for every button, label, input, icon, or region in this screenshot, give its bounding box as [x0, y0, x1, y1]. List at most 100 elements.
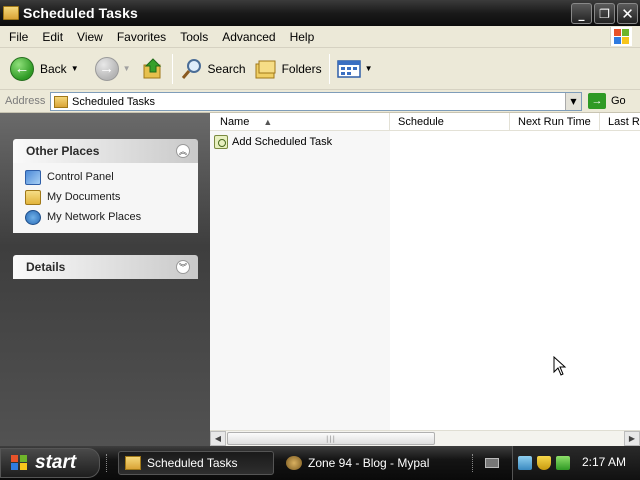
control-panel-label: Control Panel [47, 171, 114, 183]
views-icon [336, 59, 361, 78]
menu-file[interactable]: File [0, 30, 35, 44]
folders-button[interactable]: Folders [250, 52, 326, 86]
network-places-icon [25, 209, 41, 225]
start-label: start [35, 452, 77, 473]
menu-favorites[interactable]: Favorites [110, 30, 173, 44]
column-schedule[interactable]: Schedule [390, 113, 510, 131]
up-folder-icon [143, 57, 161, 78]
details-panel: Details ︾ [13, 255, 198, 279]
system-tray: 2:17 AM [512, 446, 640, 480]
list-item-label: Add Scheduled Task [232, 136, 333, 148]
back-button[interactable]: ← Back ▼ [6, 52, 83, 86]
menu-view[interactable]: View [70, 30, 110, 44]
toolbar: ← Back ▼ → ▼ Search Folders ▼ [0, 48, 640, 90]
window-title: Scheduled Tasks [23, 5, 138, 21]
menu-help[interactable]: Help [283, 30, 322, 44]
column-next-run-label: Next Run Time [518, 116, 591, 128]
back-label: Back [40, 61, 67, 76]
column-name[interactable]: Name ▲ [210, 113, 390, 131]
forward-dropdown-icon[interactable]: ▼ [123, 64, 131, 73]
my-documents-icon [25, 189, 41, 205]
control-panel-link[interactable]: Control Panel [25, 167, 198, 187]
search-button[interactable]: Search [176, 52, 250, 86]
start-button[interactable]: start [0, 448, 100, 478]
details-header[interactable]: Details ︾ [13, 255, 198, 279]
address-bar: Address Scheduled Tasks ▼ → Go [0, 90, 640, 113]
expand-chevron-icon[interactable]: ︾ [176, 260, 190, 274]
column-next-run-time[interactable]: Next Run Time [510, 113, 600, 131]
taskbar-button-label: Scheduled Tasks [147, 456, 238, 470]
my-documents-link[interactable]: My Documents [25, 187, 198, 207]
minimize-button[interactable]: _ [571, 3, 592, 24]
column-headers: Name ▲ Schedule Next Run Time Last Ru [210, 113, 640, 131]
forward-arrow-icon: → [94, 56, 119, 81]
toolbar-separator [328, 53, 330, 84]
go-button[interactable]: → Go [588, 93, 626, 109]
scroll-thumb[interactable]: ||| [227, 432, 435, 445]
folders-icon [255, 60, 276, 78]
address-dropdown-icon[interactable]: ▼ [565, 93, 581, 110]
file-list: Name ▲ Schedule Next Run Time Last Ru Ad… [210, 113, 640, 430]
collapse-chevron-icon[interactable]: ︽ [176, 144, 190, 158]
restore-button[interactable]: ❐ [594, 3, 615, 24]
browser-icon [286, 456, 302, 470]
menu-edit[interactable]: Edit [35, 30, 70, 44]
folder-icon [125, 456, 141, 470]
other-places-header[interactable]: Other Places ︽ [13, 139, 198, 163]
update-icon[interactable] [556, 456, 570, 470]
window-controls: _ ❐ ✕ [571, 3, 638, 24]
control-panel-icon [25, 169, 41, 185]
close-button[interactable]: ✕ [617, 3, 638, 24]
security-shield-icon[interactable] [537, 456, 551, 470]
clock[interactable]: 2:17 AM [582, 455, 626, 469]
column-last-run[interactable]: Last Ru [600, 113, 640, 131]
back-dropdown-icon[interactable]: ▼ [71, 64, 79, 73]
views-button[interactable]: ▼ [333, 52, 377, 86]
title-bar[interactable]: Scheduled Tasks _ ❐ ✕ [0, 0, 640, 26]
menu-bar: File Edit View Favorites Tools Advanced … [0, 26, 640, 48]
taskbar-button-label: Zone 94 - Blog - Mypal [308, 456, 430, 470]
menu-advanced[interactable]: Advanced [215, 30, 282, 44]
taskbar-button-scheduled-tasks[interactable]: Scheduled Tasks [118, 451, 274, 475]
my-documents-label: My Documents [47, 191, 121, 203]
windows-logo-icon [11, 455, 29, 471]
menu-tools[interactable]: Tools [173, 30, 215, 44]
magnifier-icon [181, 58, 201, 79]
sort-ascending-icon: ▲ [263, 117, 273, 127]
my-network-places-link[interactable]: My Network Places [25, 207, 198, 227]
go-arrow-icon: → [588, 93, 606, 109]
folders-label: Folders [281, 61, 322, 76]
column-name-label: Name [220, 116, 250, 128]
forward-button[interactable]: → ▼ [91, 52, 135, 86]
other-places-title: Other Places [26, 144, 100, 158]
up-button[interactable] [137, 52, 169, 86]
address-label: Address [5, 95, 46, 107]
my-network-places-label: My Network Places [47, 211, 142, 223]
search-label: Search [207, 61, 246, 76]
column-schedule-label: Schedule [398, 116, 444, 128]
other-places-body: Control Panel My Documents My Network Pl… [13, 163, 198, 233]
folder-icon [3, 6, 19, 20]
list-item[interactable]: Add Scheduled Task [214, 133, 332, 151]
sorted-column-shade [210, 131, 390, 430]
taskbar-grip[interactable] [472, 454, 475, 472]
task-pane: Other Places ︽ Control Panel My Document… [0, 113, 210, 446]
taskbar: start Scheduled Tasks Zone 94 - Blog - M… [0, 446, 640, 480]
toolbar-separator [171, 53, 173, 84]
scheduled-task-icon [214, 135, 228, 149]
views-dropdown-icon[interactable]: ▼ [365, 64, 373, 73]
network-icon[interactable] [518, 456, 532, 470]
back-arrow-icon: ← [10, 56, 34, 81]
mouse-cursor-icon [553, 356, 567, 376]
scroll-left-button[interactable]: ◀ [210, 431, 226, 446]
horizontal-scrollbar[interactable]: ◀ ||| ▶ [210, 430, 640, 446]
taskbar-button-browser[interactable]: Zone 94 - Blog - Mypal [280, 451, 450, 475]
folder-icon [54, 95, 68, 108]
go-label: Go [611, 95, 626, 107]
keyboard-icon[interactable] [485, 458, 499, 468]
windows-logo-icon [610, 27, 632, 46]
address-field[interactable]: Scheduled Tasks ▼ [50, 92, 582, 111]
scroll-right-button[interactable]: ▶ [624, 431, 640, 446]
taskbar-grip[interactable] [106, 454, 109, 472]
other-places-panel: Other Places ︽ Control Panel My Document… [13, 139, 198, 233]
